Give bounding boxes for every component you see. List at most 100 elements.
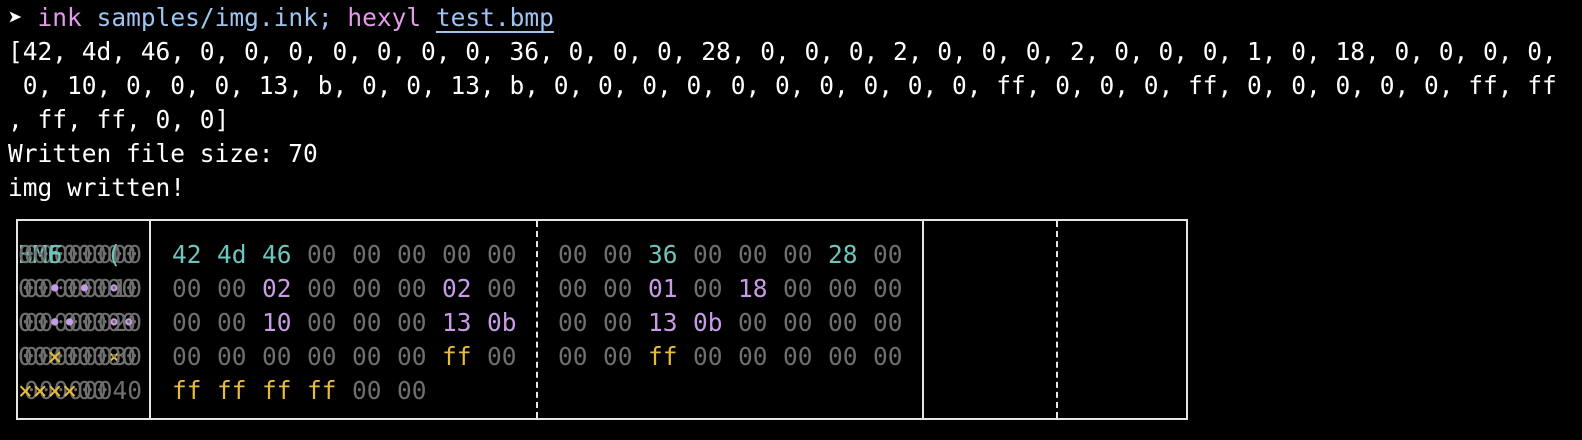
ascii-char: 0: [91, 342, 107, 371]
hex-byte: 00: [873, 342, 903, 371]
prompt-arrow-icon: ➤: [8, 3, 23, 32]
hex-byte: 00: [262, 342, 292, 371]
hexdump-panel: 00000000 42 4d 46 00 00 00 00 00 00 00 36 00 00 00 28 00…: [16, 219, 1188, 420]
hex-byte: 00: [397, 308, 427, 337]
hex-byte: 28: [828, 240, 858, 269]
hex-bytes-right: 00 00 13 0b 00 00 00 00: [558, 306, 918, 340]
ascii-char: 0: [91, 240, 107, 269]
hex-byte: 00: [558, 240, 588, 269]
hexdump-row: 00000030 00 00 00 00 00 00 ff 00 00 00 ff 00 00 00 00 00…: [18, 340, 1186, 374]
hex-byte: 00: [307, 342, 337, 371]
hexdump-row: 00000010 00 00 02 00 00 00 02 00 00 00 01 00 18 00 00 00…: [18, 272, 1186, 306]
ascii-char: 0: [62, 240, 78, 269]
hex-bytes-left: 00 00 00 00 00 00 ff 00: [172, 340, 532, 374]
file-link-test-bmp[interactable]: test.bmp: [436, 3, 554, 32]
output-line: , ff, ff, 0, 0]: [8, 105, 230, 134]
hex-byte: 00: [307, 308, 337, 337]
ascii-char: 0: [18, 240, 33, 269]
hex-byte: 00: [873, 308, 903, 337]
hex-byte: 00: [693, 274, 723, 303]
prompt-line[interactable]: ➤ ink samples/img.ink; hexyl test.bmp: [8, 1, 554, 35]
hex-byte: 4d: [217, 240, 247, 269]
ascii-char: •: [47, 274, 63, 303]
hex-byte: 10: [262, 308, 292, 337]
hex-byte: ff: [442, 342, 472, 371]
hex-byte: 00: [603, 240, 633, 269]
hex-bytes-left: 00 00 10 00 00 00 13 0b: [172, 306, 532, 340]
hex-bytes-left: 42 4d 46 00 00 00 00 00: [172, 238, 532, 272]
ascii-char: 0: [18, 342, 33, 371]
ascii-char: 0: [77, 376, 92, 405]
hex-byte: 00: [172, 274, 202, 303]
hex-byte: 00: [738, 240, 768, 269]
ascii-char: 0: [121, 274, 137, 303]
hex-byte: 00: [558, 308, 588, 337]
ascii-char: •: [47, 308, 63, 337]
hex-byte: 00: [603, 274, 633, 303]
hex-byte: 00: [397, 342, 427, 371]
ascii-char: 0: [121, 342, 137, 371]
hex-byte: 46: [262, 240, 292, 269]
hex-byte: 00: [487, 274, 517, 303]
hex-byte: 00: [603, 342, 633, 371]
hex-byte: 00: [352, 342, 382, 371]
ascii-right: 00••0000: [18, 306, 136, 340]
ascii-char: 0: [106, 308, 122, 337]
hex-bytes-left: 00 00 02 00 00 00 02 00: [172, 272, 532, 306]
hexdump-row: 00000020 00 00 10 00 00 00 13 0b 00 00 13 0b 00 00 00 00…: [18, 306, 1186, 340]
hex-byte: 00: [693, 342, 723, 371]
ascii-char: 0: [121, 308, 137, 337]
hex-byte: 00: [352, 308, 382, 337]
hex-byte: ff: [217, 376, 247, 405]
hex-byte: 00: [873, 240, 903, 269]
ascii-char: ×: [18, 376, 33, 405]
ascii-char: 0: [18, 308, 33, 337]
hex-byte: 00: [172, 308, 202, 337]
hex-byte: 00: [172, 342, 202, 371]
hex-byte: 00: [558, 342, 588, 371]
hex-byte: 00: [828, 274, 858, 303]
ascii-char: ×: [47, 342, 63, 371]
hex-byte: 00: [487, 342, 517, 371]
hex-byte: 00: [603, 308, 633, 337]
hex-byte: 13: [442, 308, 472, 337]
hex-byte: 00: [873, 274, 903, 303]
hex-byte: 00: [217, 308, 247, 337]
img-written-message: img written!: [8, 173, 186, 202]
command-hexyl: hexyl: [347, 3, 422, 32]
hex-byte: 0b: [693, 308, 723, 337]
ascii-left: ××××00: [18, 374, 107, 408]
hex-byte: 00: [738, 342, 768, 371]
ascii-char: 0: [32, 308, 48, 337]
ascii-char: 0: [32, 342, 48, 371]
hex-byte: 02: [442, 274, 472, 303]
hex-byte: 00: [397, 274, 427, 303]
hex-byte: 00: [442, 240, 472, 269]
ascii-char: 0: [32, 240, 48, 269]
hex-byte: 00: [352, 240, 382, 269]
hex-byte: 36: [648, 240, 678, 269]
file-size-message: Written file size: 70: [8, 139, 318, 168]
ascii-char: 0: [77, 308, 92, 337]
ascii-char: 0: [106, 342, 122, 371]
hex-byte: 00: [307, 274, 337, 303]
hex-byte: 00: [397, 376, 427, 405]
ascii-right: 006000(0: [18, 238, 136, 272]
hex-byte: 0b: [487, 308, 517, 337]
hex-byte: 00: [783, 240, 813, 269]
hex-byte: 00: [783, 308, 813, 337]
command-ink-args: samples/img.ink;: [96, 3, 333, 32]
ascii-char: ×: [47, 376, 63, 405]
hex-byte: 00: [307, 240, 337, 269]
ascii-right: 00×00000: [18, 340, 136, 374]
hex-byte: 00: [783, 274, 813, 303]
hex-byte: 00: [217, 274, 247, 303]
hex-byte: 00: [558, 274, 588, 303]
hex-bytes-right: 00 00 ff 00 00 00 00 00: [558, 340, 918, 374]
ascii-char: ×: [62, 376, 78, 405]
hexdump-row: 00000040 ff ff ff ff 00 00 ××××00: [18, 374, 1186, 408]
hex-byte: 42: [172, 240, 202, 269]
ascii-char: •: [77, 274, 92, 303]
hex-byte: 00: [397, 240, 427, 269]
hex-byte: 00: [352, 274, 382, 303]
